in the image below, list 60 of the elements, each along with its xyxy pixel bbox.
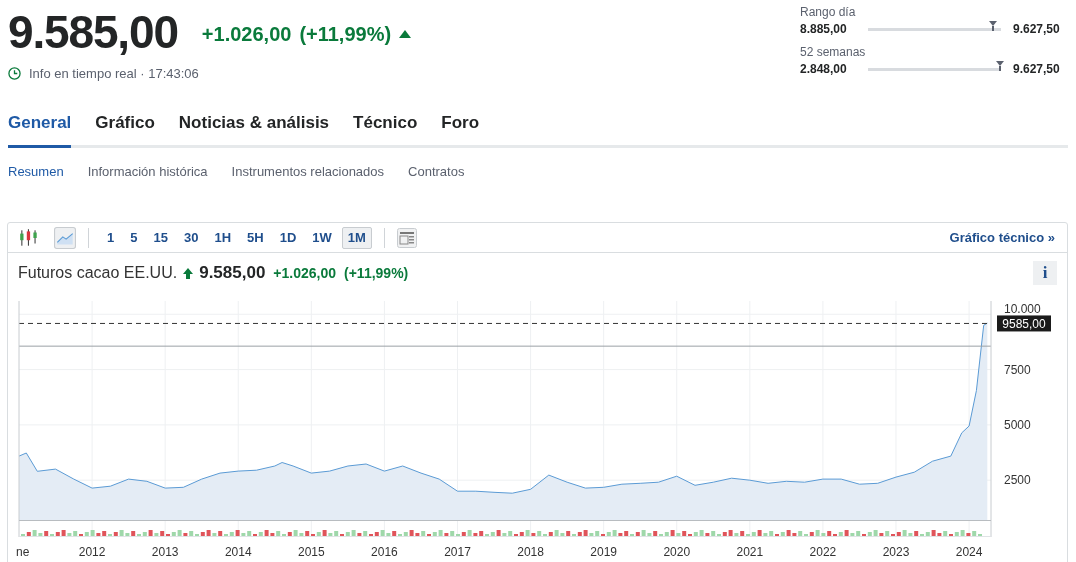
x-axis-label: 2018 (517, 545, 544, 559)
x-axis-label: 2012 (78, 545, 106, 559)
x-axis-label: ne (15, 545, 30, 559)
candlestick-icon[interactable] (18, 226, 40, 249)
x-axis-label: 2015 (298, 545, 325, 559)
tab[interactable]: Foro (441, 109, 480, 148)
technical-chart-link[interactable]: Gráfico técnico » (949, 227, 1057, 248)
up-triangle-icon (399, 30, 412, 38)
y-axis-label: 7500 (1004, 362, 1031, 377)
interval-button[interactable]: 30 (177, 226, 205, 249)
subtab[interactable]: Instrumentos relacionados (231, 162, 385, 182)
tab[interactable]: Técnico (353, 109, 418, 148)
x-axis-label: 2014 (224, 545, 252, 559)
x-axis-label: 2016 (371, 545, 398, 559)
y-axis-label: 2500 (1004, 473, 1031, 488)
price-tag: 9585,00 (997, 315, 1051, 332)
info-button[interactable]: i (1033, 261, 1057, 285)
chart-percent-change: (+11,99%) (344, 263, 409, 283)
layout-icon[interactable] (396, 227, 417, 248)
y-axis-label: 5000 (1004, 417, 1031, 432)
clock-icon (8, 67, 21, 81)
x-axis-label: 2022 (809, 545, 837, 559)
interval-button[interactable]: 1M (341, 226, 372, 249)
interval-button[interactable]: 1D (273, 226, 303, 249)
x-axis-label: 2024 (955, 545, 983, 559)
subtab[interactable]: Resumen (8, 162, 64, 182)
x-axis-label: 2020 (663, 545, 691, 559)
tab[interactable]: Noticias & análisis (178, 109, 330, 148)
interval-button[interactable]: 5 (124, 226, 144, 249)
range-high: 9.627,50 (1013, 61, 1060, 78)
range-low: 2.848,00 (800, 61, 848, 78)
range-label: 52 semanas (800, 44, 867, 60)
area-chart-icon[interactable] (54, 226, 76, 249)
interval-button[interactable]: 1H (208, 226, 238, 249)
price: 9.585,00 (8, 5, 178, 60)
chart-price: 9.585,00 (199, 262, 266, 285)
range-low: 8.885,00 (800, 21, 848, 38)
chart-change: +1.026,00 (273, 263, 337, 283)
interval-button[interactable]: 5H (241, 226, 270, 249)
subtab[interactable]: Información histórica (87, 162, 208, 182)
percent-change: (+11,99%) (299, 22, 392, 47)
range-high: 9.627,50 (1013, 21, 1060, 38)
instrument-name: Futuros cacao EE.UU. (18, 263, 178, 283)
x-axis-label: 2013 (151, 545, 179, 559)
interval-button[interactable]: 1W (306, 226, 338, 249)
price-change: +1.026,00 (201, 22, 292, 47)
tab[interactable]: General (8, 109, 72, 148)
tab[interactable]: Gráfico (95, 109, 155, 148)
y-axis-label: 10.000 (1004, 302, 1041, 316)
x-axis-label: 2019 (590, 545, 617, 559)
subtab[interactable]: Contratos (408, 162, 465, 182)
realtime-status: Info en tiempo real · 17:43:06 (29, 65, 199, 83)
up-arrow-icon (183, 267, 194, 279)
interval-button[interactable]: 15 (147, 226, 174, 249)
x-axis-label: 2017 (444, 545, 471, 559)
x-axis-label: 2021 (736, 545, 764, 559)
interval-button[interactable]: 1 (101, 226, 121, 249)
range-label: Rango día (800, 4, 857, 20)
ref-line-label: 9585,00 (1002, 316, 1047, 331)
x-axis-label: 2023 (882, 545, 910, 559)
